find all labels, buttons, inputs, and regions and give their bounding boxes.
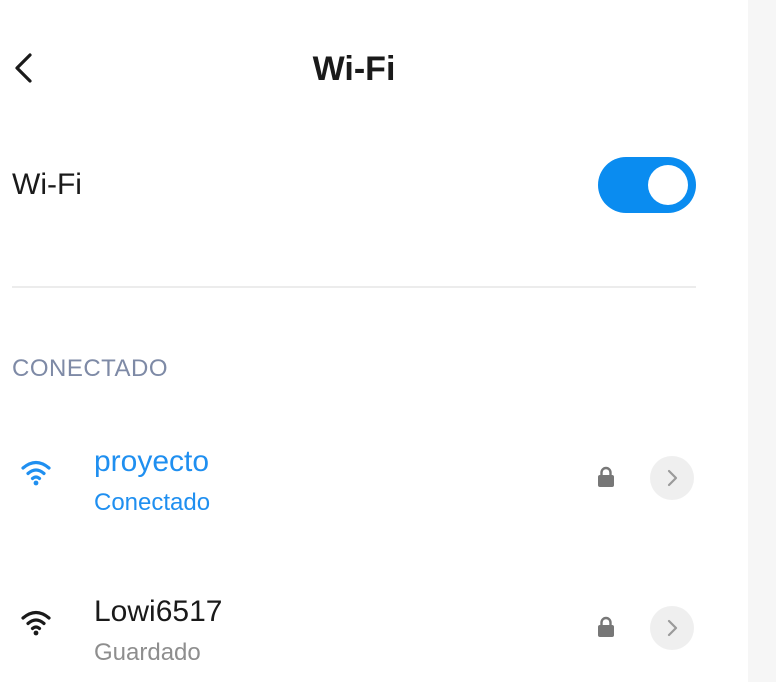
network-details-button[interactable] bbox=[650, 606, 694, 650]
lock-icon bbox=[598, 616, 614, 637]
network-row-proyecto[interactable]: proyecto Conectado bbox=[0, 430, 708, 530]
wifi-toggle-label: Wi-Fi bbox=[12, 168, 82, 201]
network-status: Guardado bbox=[94, 639, 201, 666]
page-title: Wi-Fi bbox=[312, 50, 396, 88]
network-row-lowi6517[interactable]: Lowi6517 Guardado bbox=[0, 580, 708, 680]
wifi-toggle-switch[interactable] bbox=[598, 157, 696, 213]
wifi-settings-screen: Wi-Fi Wi-Fi CONECTADO proyecto Conectado bbox=[0, 0, 776, 682]
toggle-knob bbox=[648, 165, 688, 205]
network-details-button[interactable] bbox=[650, 456, 694, 500]
network-name: Lowi6517 bbox=[94, 595, 223, 628]
lock-icon bbox=[598, 466, 614, 487]
divider bbox=[12, 286, 696, 288]
chevron-right-icon bbox=[667, 469, 678, 487]
side-panel-edge bbox=[748, 0, 776, 682]
wifi-signal-icon bbox=[21, 460, 51, 486]
chevron-right-icon bbox=[667, 619, 678, 637]
network-name: proyecto bbox=[94, 445, 210, 478]
wifi-signal-icon bbox=[21, 610, 51, 636]
network-status: Conectado bbox=[94, 489, 211, 516]
section-header-connected: CONECTADO bbox=[12, 355, 169, 382]
